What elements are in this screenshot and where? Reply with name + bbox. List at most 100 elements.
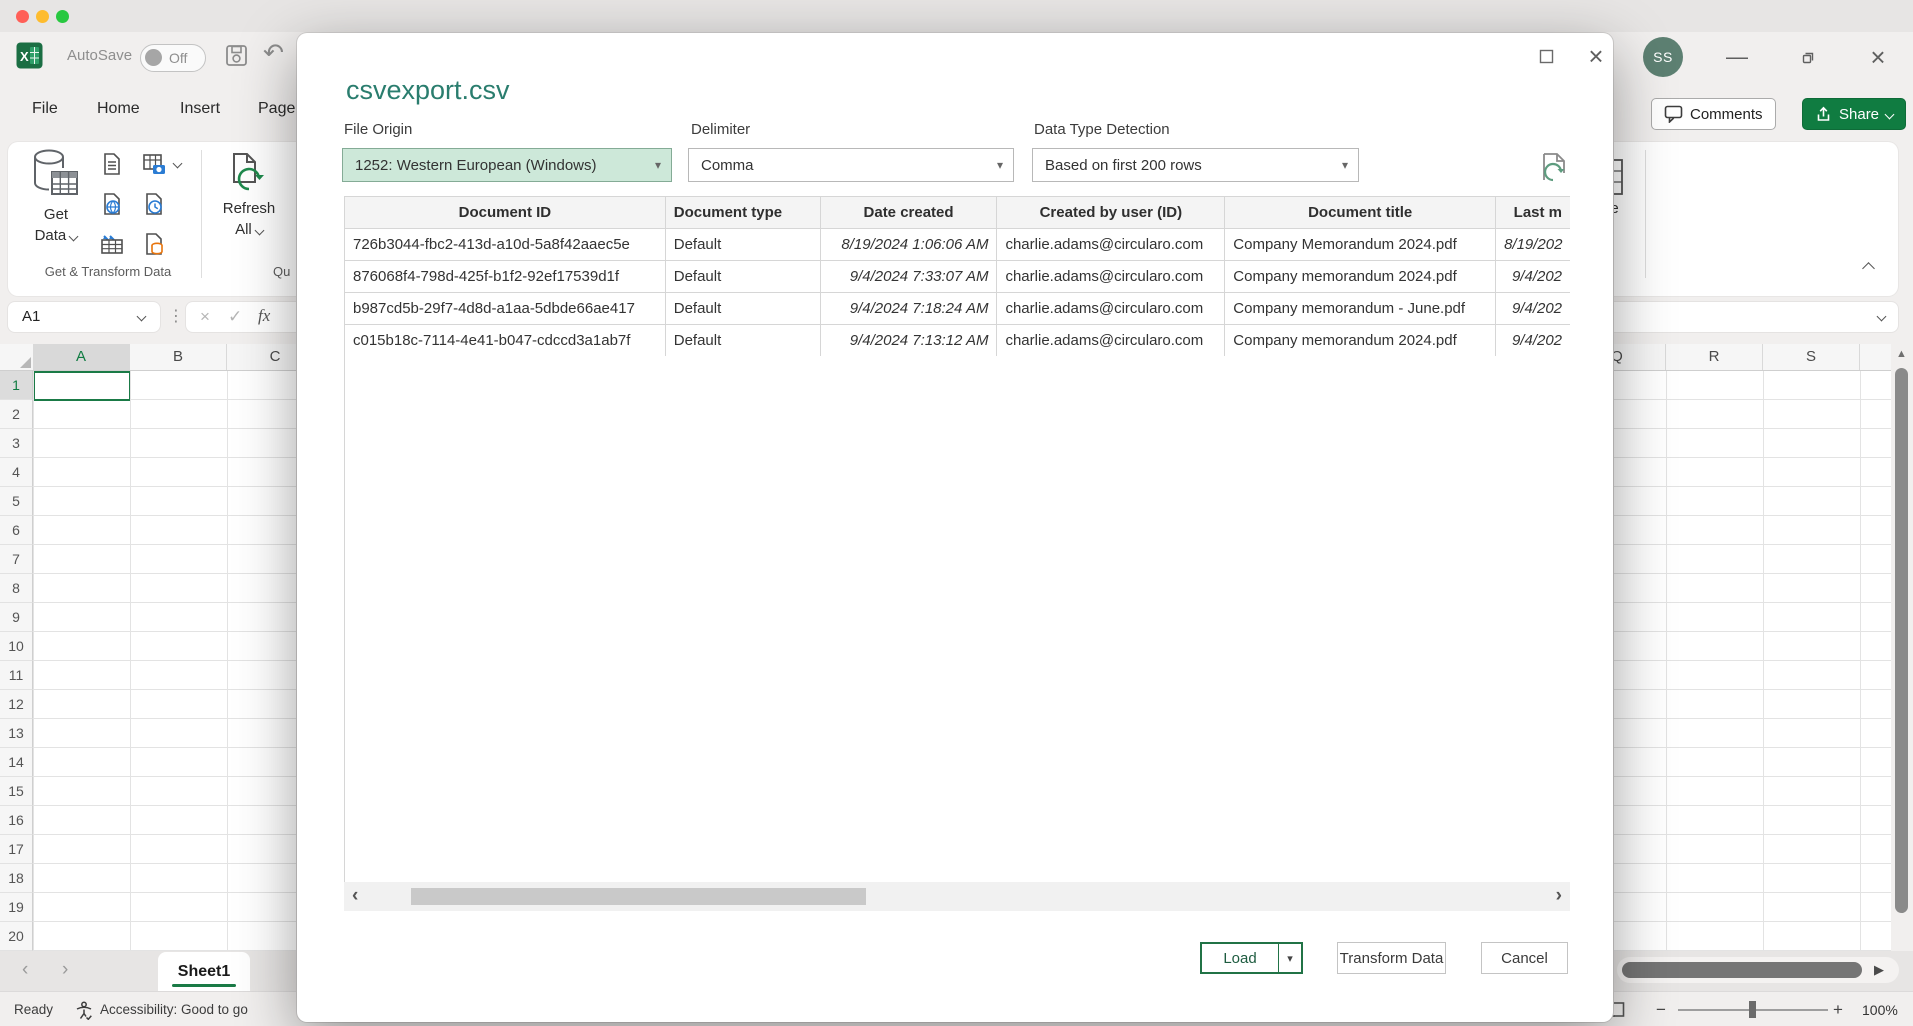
preview-table-header-cell: Document title (1225, 197, 1496, 229)
preview-table-cell: 9/4/202 (1496, 261, 1570, 293)
collapse-ribbon-chevron-icon[interactable] (1862, 262, 1875, 275)
delimiter-dropdown[interactable]: Comma ▾ (688, 148, 1014, 182)
from-text-csv-icon[interactable] (100, 152, 124, 176)
name-box-dots-icon[interactable]: ⋮ (168, 306, 184, 326)
save-icon[interactable] (225, 44, 248, 67)
get-data-icon (32, 148, 80, 204)
row-header-18[interactable]: 18 (0, 864, 33, 893)
file-origin-dropdown[interactable]: 1252: Western European (Windows) ▾ (342, 148, 672, 182)
formula-enter-icon[interactable]: ✓ (228, 307, 242, 327)
preview-scrollbar-thumb[interactable] (411, 888, 866, 905)
preview-table-cell: 9/4/202 (1496, 325, 1570, 357)
row-header-17[interactable]: 17 (0, 835, 33, 864)
accessibility-status[interactable]: Accessibility: Good to go (100, 1002, 248, 1017)
refresh-all-chevron-icon (254, 225, 264, 235)
row-header-19[interactable]: 19 (0, 893, 33, 922)
column-header-A[interactable]: A (33, 344, 130, 370)
mac-minimize-traffic-light[interactable] (36, 10, 49, 23)
formula-cancel-icon[interactable]: × (200, 307, 210, 327)
mac-close-traffic-light[interactable] (16, 10, 29, 23)
preview-table-header-cell: Date created (821, 197, 998, 229)
row-header-1[interactable]: 1 (0, 371, 33, 400)
row-header-11[interactable]: 11 (0, 661, 33, 690)
window-restore-button[interactable] (1791, 40, 1825, 74)
zoom-slider-thumb[interactable] (1749, 1001, 1756, 1018)
insert-function-icon[interactable]: fx (258, 306, 270, 326)
comments-button[interactable]: Comments (1651, 98, 1776, 130)
share-button[interactable]: Share (1802, 98, 1906, 130)
preview-scroll-left-icon[interactable]: ‹ (352, 885, 358, 907)
preview-scroll-right-icon[interactable]: › (1556, 885, 1562, 907)
row-header-8[interactable]: 8 (0, 574, 33, 603)
tab-file[interactable]: File (32, 100, 58, 118)
scroll-right-arrow-icon[interactable]: ▶ (1874, 962, 1884, 978)
refresh-preview-icon[interactable] (1540, 151, 1570, 185)
column-header-R[interactable]: R (1666, 344, 1763, 370)
zoom-level[interactable]: 100% (1862, 1002, 1898, 1018)
column-header-S[interactable]: S (1763, 344, 1860, 370)
scroll-up-arrow-icon[interactable]: ▲ (1896, 348, 1907, 360)
recent-sources-icon[interactable] (142, 192, 166, 216)
preview-empty-area (344, 356, 1570, 882)
row-header-12[interactable]: 12 (0, 690, 33, 719)
vertical-scrollbar-thumb[interactable] (1895, 368, 1908, 913)
undo-icon[interactable]: ↶ (263, 38, 284, 68)
mac-zoom-traffic-light[interactable] (56, 10, 69, 23)
accessibility-icon[interactable] (74, 1000, 94, 1020)
row-header-2[interactable]: 2 (0, 400, 33, 429)
from-table-range-icon[interactable] (100, 232, 124, 256)
data-type-detection-value: Based on first 200 rows (1045, 157, 1202, 174)
window-close-button[interactable]: × (1861, 40, 1895, 74)
from-web-icon[interactable] (100, 192, 124, 216)
user-avatar[interactable]: SS (1643, 37, 1683, 77)
row-header-20[interactable]: 20 (0, 922, 33, 951)
load-button[interactable]: Load (1200, 942, 1279, 974)
zoom-in-button[interactable]: + (1833, 1000, 1843, 1020)
avatar-initials: SS (1653, 49, 1673, 65)
formula-bar-expand-chevron-icon[interactable] (1877, 312, 1887, 322)
preview-horizontal-scrollbar[interactable]: ‹ › (344, 882, 1570, 911)
data-type-detection-dropdown[interactable]: Based on first 200 rows ▾ (1032, 148, 1359, 182)
select-all-corner[interactable] (20, 357, 31, 368)
existing-connections-icon[interactable] (142, 232, 166, 256)
cancel-button[interactable]: Cancel (1481, 942, 1568, 974)
tab-page-layout[interactable]: Page (258, 100, 295, 118)
dialog-close-button[interactable]: × (1581, 41, 1611, 71)
window-minimize-button[interactable]: — (1720, 40, 1754, 74)
horizontal-scrollbar-thumb[interactable] (1622, 962, 1862, 978)
row-header-3[interactable]: 3 (0, 429, 33, 458)
tab-insert[interactable]: Insert (180, 100, 220, 118)
column-header-B[interactable]: B (130, 344, 227, 370)
zoom-out-button[interactable]: − (1656, 1000, 1666, 1020)
row-header-13[interactable]: 13 (0, 719, 33, 748)
row-header-7[interactable]: 7 (0, 545, 33, 574)
sheet-nav-left-icon[interactable]: ‹ (22, 959, 28, 981)
tab-home[interactable]: Home (97, 100, 140, 118)
row-header-16[interactable]: 16 (0, 806, 33, 835)
from-picture-icon[interactable] (142, 152, 166, 176)
load-split-arrow-button[interactable]: ▾ (1278, 942, 1303, 974)
vertical-scrollbar[interactable]: ▲ (1891, 344, 1913, 951)
row-header-9[interactable]: 9 (0, 603, 33, 632)
data-type-detection-dropdown-arrow-icon: ▾ (1342, 158, 1348, 172)
refresh-all-button[interactable]: Refresh All (213, 148, 285, 240)
row-header-15[interactable]: 15 (0, 777, 33, 806)
sheet-nav-right-icon[interactable]: › (62, 959, 68, 981)
preview-table-cell: 876068f4-798d-425f-b1f2-92ef17539d1f (345, 261, 666, 293)
name-box[interactable]: A1 (8, 302, 160, 332)
get-transform-group-label: Get & Transform Data (8, 264, 208, 279)
row-header-10[interactable]: 10 (0, 632, 33, 661)
autosave-label: AutoSave (67, 47, 132, 64)
name-box-chevron-icon[interactable] (137, 312, 147, 322)
get-data-button[interactable]: Get Data (18, 148, 94, 246)
dialog-maximize-button[interactable] (1531, 41, 1561, 71)
row-header-4[interactable]: 4 (0, 458, 33, 487)
from-picture-chevron-icon[interactable] (173, 159, 183, 169)
active-cell-selection[interactable] (33, 371, 131, 401)
row-header-14[interactable]: 14 (0, 748, 33, 777)
autosave-toggle[interactable]: Off (140, 44, 206, 72)
comments-label: Comments (1690, 106, 1763, 123)
row-header-5[interactable]: 5 (0, 487, 33, 516)
transform-data-button[interactable]: Transform Data (1337, 942, 1446, 974)
row-header-6[interactable]: 6 (0, 516, 33, 545)
